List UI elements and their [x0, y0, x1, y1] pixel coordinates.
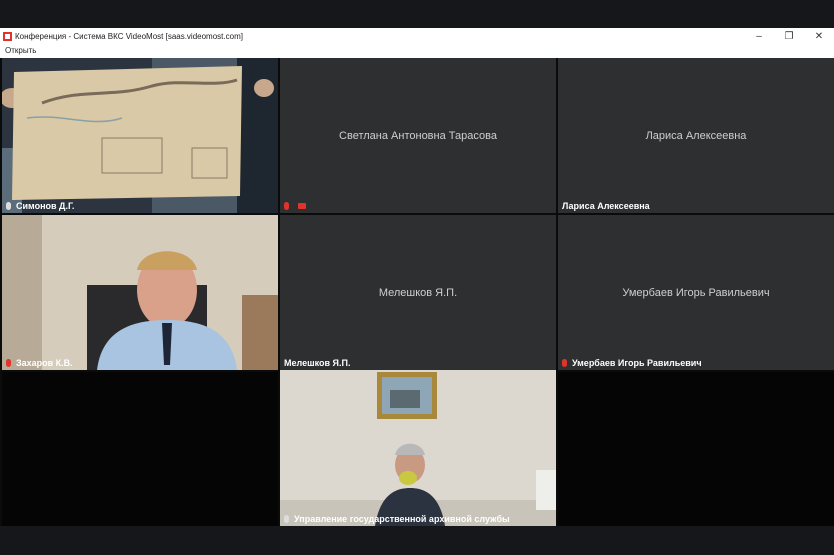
tile-label	[284, 199, 306, 213]
video-feed-room	[280, 370, 556, 526]
participant-name-centered: Умербаев Игорь Равильевич	[622, 286, 770, 299]
participant-name-centered: Лариса Алексеевна	[645, 129, 747, 142]
menu-bar: Открыть	[0, 45, 834, 57]
video-feed-person	[2, 215, 278, 370]
mic-muted-icon	[6, 359, 11, 367]
participant-name: Управление государственной архивной служ…	[294, 514, 510, 524]
participant-name: Лариса Алексеевна	[562, 201, 650, 211]
mic-icon	[6, 202, 11, 210]
video-feed-map	[2, 58, 278, 213]
tile-label: Умербаев Игорь Равильевич	[562, 356, 702, 370]
video-tile-meleshkov[interactable]: Мелешков Я.П. Мелешков Я.П.	[280, 215, 556, 370]
video-tile-empty-right	[558, 372, 834, 526]
participant-name-centered: Светлана Антоновна Тарасова	[339, 129, 497, 142]
mic-muted-icon	[284, 202, 289, 210]
close-button[interactable]: ✕	[808, 29, 830, 44]
participant-name-centered: Мелешков Я.П.	[378, 286, 458, 299]
video-tile-empty-left	[2, 372, 278, 526]
tile-label: Управление государственной архивной служ…	[284, 512, 510, 526]
menu-open[interactable]: Открыть	[5, 46, 36, 55]
tile-label: Симонов Д.Г.	[6, 199, 74, 213]
video-tile-tarasova[interactable]: Светлана Антоновна Тарасова	[280, 58, 556, 213]
video-tile-larisa[interactable]: Лариса Алексеевна Лариса Алексеевна	[558, 58, 834, 213]
video-grid: Симонов Д.Г. Светлана Антоновна Тарасова…	[0, 58, 834, 526]
participant-name: Симонов Д.Г.	[16, 201, 75, 211]
mic-muted-icon	[562, 359, 567, 367]
participant-name: Умербаев Игорь Равильевич	[572, 358, 702, 368]
participant-name: Мелешков Я.П.	[284, 358, 351, 368]
video-tile-zakharov[interactable]: Захаров К.В.	[2, 215, 278, 370]
window-title: Конференция - Система ВКС VideoMost [saa…	[15, 32, 243, 41]
video-tile-umerbaev[interactable]: Умербаев Игорь Равильевич Умербаев Игорь…	[558, 215, 834, 370]
conference-window: Конференция - Система ВКС VideoMost [saa…	[0, 28, 834, 526]
restore-button[interactable]: ❐	[778, 29, 800, 44]
video-tile-archive-service[interactable]: Управление государственной архивной служ…	[280, 370, 556, 526]
screen-top-bar	[0, 0, 834, 28]
app-logo-icon	[3, 32, 12, 41]
title-bar: Конференция - Система ВКС VideoMost [saa…	[0, 28, 834, 45]
tile-label: Захаров К.В.	[6, 356, 73, 370]
minimize-button[interactable]: –	[748, 29, 770, 44]
mic-icon	[284, 515, 289, 523]
camera-off-icon	[298, 203, 306, 209]
participant-name: Захаров К.В.	[16, 358, 73, 368]
screen-bottom-bar	[0, 526, 834, 555]
video-tile-simonov[interactable]: Симонов Д.Г.	[2, 58, 278, 213]
